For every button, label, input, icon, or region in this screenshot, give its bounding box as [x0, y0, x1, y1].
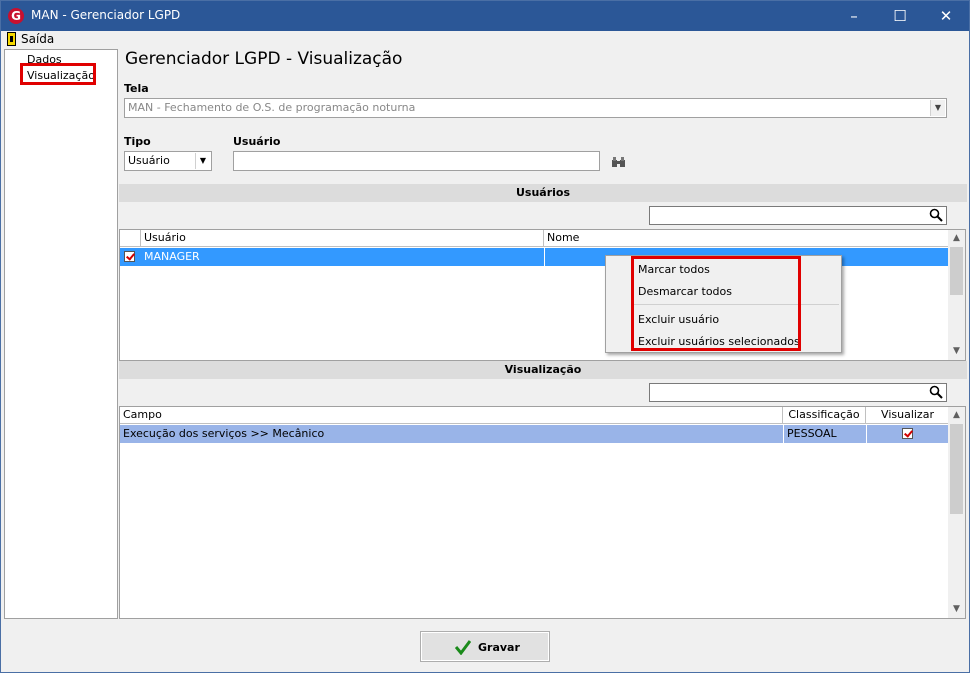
- tela-label: Tela: [124, 82, 149, 95]
- usuario-input[interactable]: [233, 151, 600, 171]
- chevron-down-icon: ▼: [195, 153, 210, 169]
- minimize-button[interactable]: –: [831, 1, 877, 31]
- tela-select[interactable]: MAN - Fechamento de O.S. de programação …: [124, 98, 947, 118]
- usuarios-section-header: Usuários: [119, 184, 967, 202]
- visualizacao-grid: Campo Classificação Visualizar Execução …: [119, 406, 966, 619]
- menu-item-saida[interactable]: Saída: [21, 32, 54, 46]
- cell-visualizar: [866, 425, 949, 443]
- usuarios-scrollbar[interactable]: ▲ ▼: [948, 230, 965, 360]
- usuarios-search-input[interactable]: [649, 206, 947, 225]
- search-icon[interactable]: [929, 208, 943, 222]
- app-window: G MAN - Gerenciador LGPD – ☐ ✕ Saída Dad…: [0, 0, 970, 673]
- usuarios-grid-header: Usuário Nome: [120, 230, 949, 247]
- visualizar-checkbox[interactable]: [902, 428, 913, 439]
- app-logo-icon: G: [8, 8, 24, 24]
- cell-usuario: MANAGER: [144, 250, 200, 263]
- menu-bar: Saída: [1, 31, 969, 47]
- visualizacao-section-header: Visualização: [119, 361, 967, 379]
- visualizacao-search-input[interactable]: [649, 383, 947, 402]
- highlight-box-context-menu: [631, 256, 801, 351]
- scroll-up-icon[interactable]: ▲: [948, 407, 965, 424]
- chevron-down-icon: ▼: [930, 100, 945, 116]
- scroll-up-icon[interactable]: ▲: [948, 230, 965, 247]
- check-icon: [455, 640, 471, 655]
- highlight-box-visualizacao: [20, 63, 96, 85]
- table-row[interactable]: Execução dos serviços >> Mecânico PESSOA…: [120, 425, 949, 443]
- tipo-label: Tipo: [124, 135, 151, 148]
- row-checkbox[interactable]: [124, 251, 135, 262]
- window-title: MAN - Gerenciador LGPD: [31, 8, 181, 22]
- visualizacao-grid-header: Campo Classificação Visualizar: [120, 407, 949, 424]
- cell-campo: Execução dos serviços >> Mecânico: [123, 427, 325, 440]
- search-icon[interactable]: [929, 385, 943, 399]
- gravar-button-label: Gravar: [478, 641, 520, 654]
- scrollbar-thumb[interactable]: [950, 424, 963, 514]
- exit-door-icon[interactable]: [7, 32, 16, 46]
- column-header-check: [120, 230, 141, 247]
- binoculars-icon[interactable]: [612, 157, 625, 167]
- tela-select-value: MAN - Fechamento de O.S. de programação …: [128, 101, 416, 114]
- tipo-select[interactable]: Usuário ▼: [124, 151, 212, 171]
- visualizacao-scrollbar[interactable]: ▲ ▼: [948, 407, 965, 618]
- column-header-classificacao[interactable]: Classificação: [783, 407, 866, 424]
- gravar-button[interactable]: Gravar: [420, 631, 550, 662]
- tipo-select-value: Usuário: [128, 154, 170, 167]
- page-title: Gerenciador LGPD - Visualização: [125, 49, 403, 69]
- scrollbar-thumb[interactable]: [950, 247, 963, 295]
- maximize-button[interactable]: ☐: [877, 1, 923, 31]
- scroll-down-icon[interactable]: ▼: [948, 601, 965, 618]
- navigation-tree: Dados Visualização: [4, 49, 118, 619]
- usuario-label: Usuário: [233, 135, 281, 148]
- column-header-visualizar[interactable]: Visualizar: [866, 407, 949, 424]
- title-bar: G MAN - Gerenciador LGPD – ☐ ✕: [1, 1, 969, 31]
- close-button[interactable]: ✕: [923, 1, 969, 31]
- cell-classificacao: PESSOAL: [783, 425, 866, 443]
- column-header-nome[interactable]: Nome: [544, 230, 949, 247]
- column-header-campo[interactable]: Campo: [120, 407, 783, 424]
- scroll-down-icon[interactable]: ▼: [948, 343, 965, 360]
- column-header-usuario[interactable]: Usuário: [141, 230, 544, 247]
